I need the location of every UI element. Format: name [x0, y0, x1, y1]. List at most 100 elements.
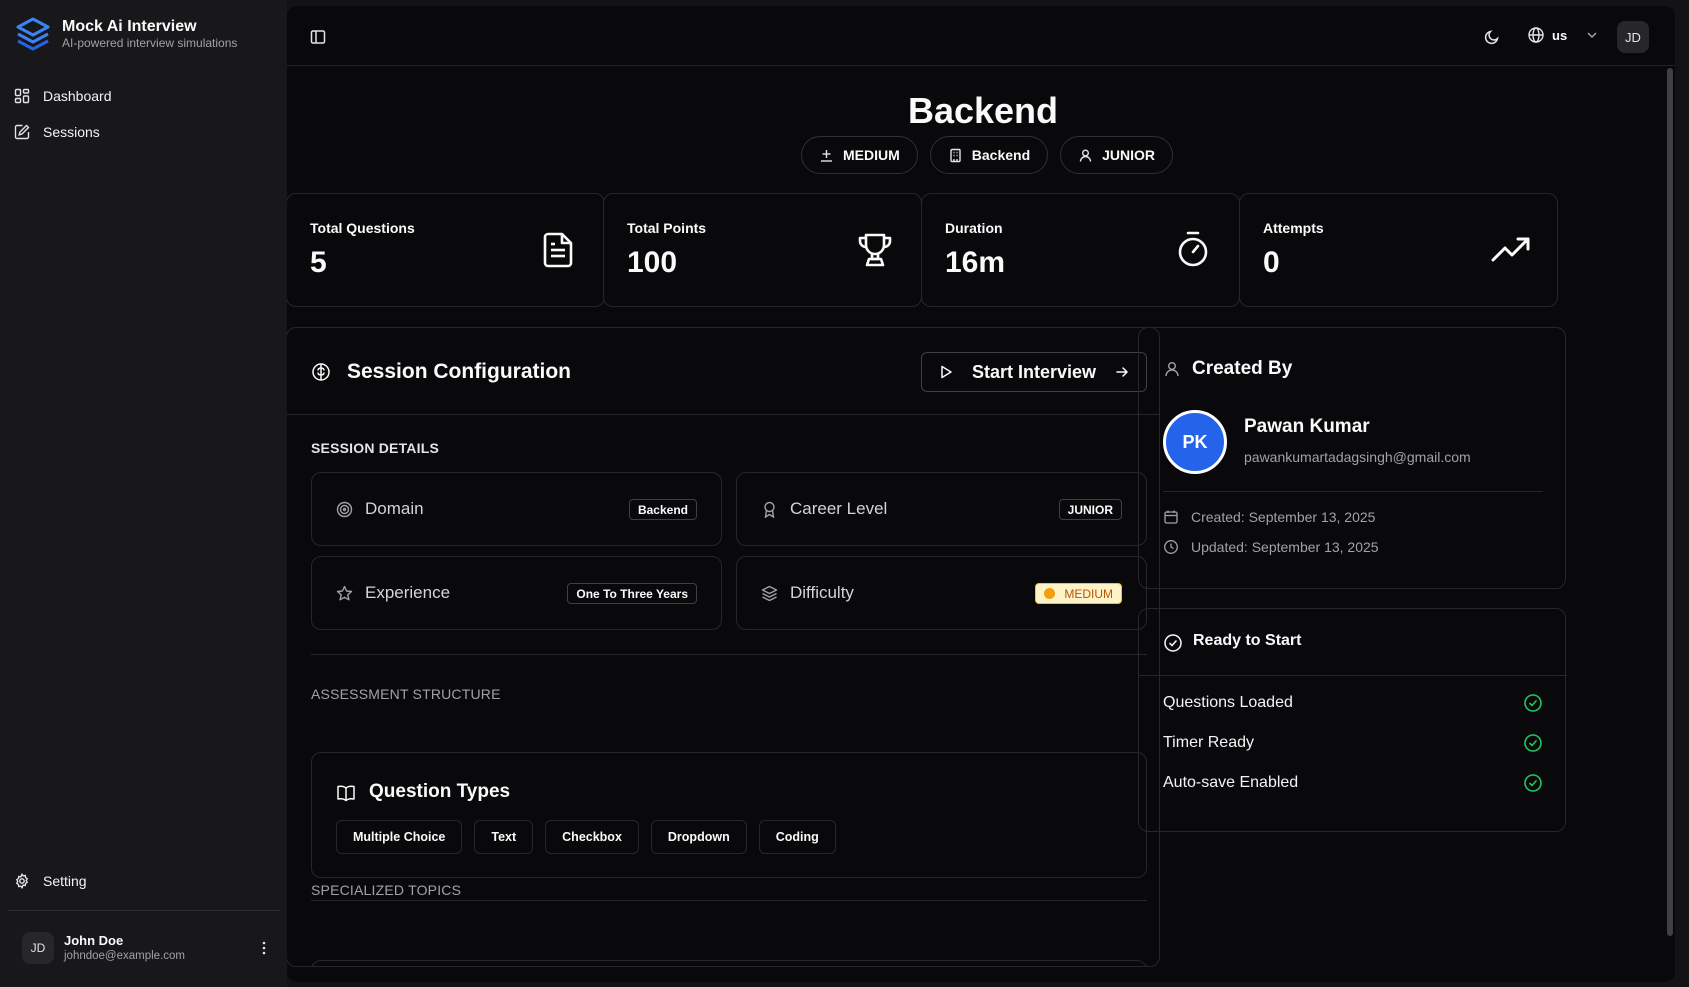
stat-value: 16m: [945, 246, 1006, 279]
scrollbar[interactable]: [1667, 68, 1673, 936]
start-interview-button[interactable]: Start Interview: [921, 352, 1147, 392]
specialized-topics-label: SPECIALIZED TOPICS: [311, 882, 462, 898]
session-configuration-card: Session Configuration Start Interview SE…: [287, 327, 1160, 967]
layers-icon: [761, 585, 778, 602]
difficulty-badge-label: MEDIUM: [1064, 586, 1113, 601]
detail-badge: JUNIOR: [1058, 499, 1122, 520]
star-icon: [336, 585, 353, 601]
avatar: PK: [1163, 410, 1227, 474]
creator-email: pawankumartadagsingh@gmail.com: [1244, 449, 1471, 465]
check-circle-icon: [1524, 774, 1542, 792]
ready-item: Auto-save Enabled: [1163, 773, 1543, 795]
question-types-card: Question Types Multiple Choice Text Chec…: [311, 752, 1147, 878]
avatar: JD: [22, 932, 54, 964]
sidebar-nav: Dashboard Sessions: [14, 78, 274, 150]
ready-to-start-card: Ready to Start Questions Loaded Timer Re…: [1138, 608, 1567, 832]
creator-name: Pawan Kumar: [1244, 416, 1370, 437]
target-icon: [336, 501, 353, 518]
question-type-tag: Checkbox: [545, 820, 639, 854]
building-icon: [950, 148, 961, 162]
user-email: johndoe@example.com: [64, 950, 185, 962]
play-icon: [941, 365, 952, 379]
book-open-icon: [337, 785, 355, 802]
detail-career-level: Career Level JUNIOR: [736, 472, 1147, 546]
updated-date: Updated: September 13, 2025: [1163, 539, 1379, 555]
sidebar-item-label: Sessions: [43, 124, 100, 140]
moon-icon[interactable]: [1483, 28, 1501, 46]
pill-label: Backend: [971, 147, 1031, 163]
question-type-tag: Coding: [758, 820, 836, 854]
avatar[interactable]: JD: [1617, 21, 1649, 53]
detail-label: Career Level: [790, 499, 888, 518]
trending-up-icon: [1491, 237, 1530, 262]
brand[interactable]: Mock Ai Interview AI-powered interview s…: [14, 16, 237, 52]
topbar: us JD: [287, 6, 1675, 66]
stat-card-duration: Duration 16m: [921, 193, 1240, 307]
page-title: Backend: [907, 90, 1059, 131]
check-circle-icon: [1524, 734, 1542, 752]
ready-header: Ready to Start: [1139, 609, 1567, 676]
detail-experience: Experience One To Three Years: [311, 556, 722, 630]
divider: [1163, 491, 1543, 492]
stat-card-total-points: Total Points 100: [603, 193, 922, 307]
user-icon: [1079, 149, 1092, 162]
main-panel: us JD Backend MEDIUM Backend JUNIOR Tota…: [287, 6, 1675, 982]
ready-item-label: Auto-save Enabled: [1163, 774, 1299, 791]
stat-value: 0: [1263, 246, 1280, 279]
document-icon: [543, 232, 573, 268]
question-types-title: Question Types: [369, 781, 511, 802]
question-type-tags: Multiple Choice Text Checkbox Dropdown C…: [336, 820, 848, 854]
ready-title: Ready to Start: [1193, 632, 1302, 649]
created-date: Created: September 13, 2025: [1163, 509, 1375, 525]
award-icon: [764, 501, 775, 518]
pill-label: MEDIUM: [843, 147, 900, 163]
user-name: John Doe: [64, 933, 124, 948]
stat-value: 5: [310, 246, 327, 279]
sidebar-toggle-icon[interactable]: [309, 28, 327, 46]
stat-card-attempts: Attempts 0: [1239, 193, 1558, 307]
sidebar-item-label: Setting: [43, 873, 87, 889]
detail-badge: Backend: [628, 499, 697, 520]
difficulty-icon: [821, 149, 832, 162]
medium-dot-icon: [1044, 588, 1056, 599]
detail-label: Domain: [365, 499, 424, 518]
more-vertical-icon[interactable]: [256, 940, 272, 956]
user-icon: [1165, 362, 1179, 377]
stat-label: Duration: [945, 220, 1003, 236]
session-pills: MEDIUM Backend JUNIOR: [801, 136, 1185, 174]
detail-badge: One To Three Years: [567, 583, 697, 604]
start-interview-label: Start Interview: [972, 361, 1097, 382]
language-label: us: [1552, 27, 1568, 43]
globe-icon: [1528, 27, 1544, 43]
domain-pill: Backend: [929, 136, 1049, 174]
sidebar: Mock Ai Interview AI-powered interview s…: [0, 0, 287, 987]
detail-label: Difficulty: [790, 583, 854, 602]
question-type-tag: Dropdown: [650, 820, 747, 854]
language-selector[interactable]: us: [1527, 26, 1599, 44]
created-date-text: Created: September 13, 2025: [1191, 509, 1376, 525]
divider: [311, 900, 1147, 901]
detail-difficulty: Difficulty MEDIUM: [736, 556, 1147, 630]
sidebar-item-label: Dashboard: [43, 88, 112, 104]
user-profile[interactable]: JD John Doe johndoe@example.com: [22, 932, 272, 964]
sessions-icon: [14, 124, 30, 140]
check-circle-icon: [1164, 634, 1182, 652]
detail-domain: Domain Backend: [311, 472, 722, 546]
difficulty-badge: MEDIUM: [1035, 583, 1122, 604]
config-header: Session Configuration Start Interview: [287, 328, 1159, 415]
stat-card-total-questions: Total Questions 5: [287, 193, 605, 307]
logo-icon: [16, 17, 50, 51]
created-by-header: Created By: [1163, 358, 1292, 380]
gear-icon: [15, 873, 29, 889]
ready-item-label: Questions Loaded: [1163, 694, 1293, 711]
level-pill: JUNIOR: [1060, 136, 1174, 174]
specialized-topics-box: [311, 960, 1147, 966]
ready-item-label: Timer Ready: [1163, 734, 1254, 751]
dashboard-icon: [14, 88, 30, 104]
config-title: Session Configuration: [347, 360, 572, 383]
arrow-right-icon: [1116, 367, 1129, 377]
stat-value: 100: [627, 246, 678, 279]
sidebar-item-dashboard[interactable]: Dashboard: [14, 78, 274, 114]
sidebar-item-sessions[interactable]: Sessions: [14, 114, 274, 150]
sidebar-item-setting[interactable]: Setting: [14, 863, 87, 899]
